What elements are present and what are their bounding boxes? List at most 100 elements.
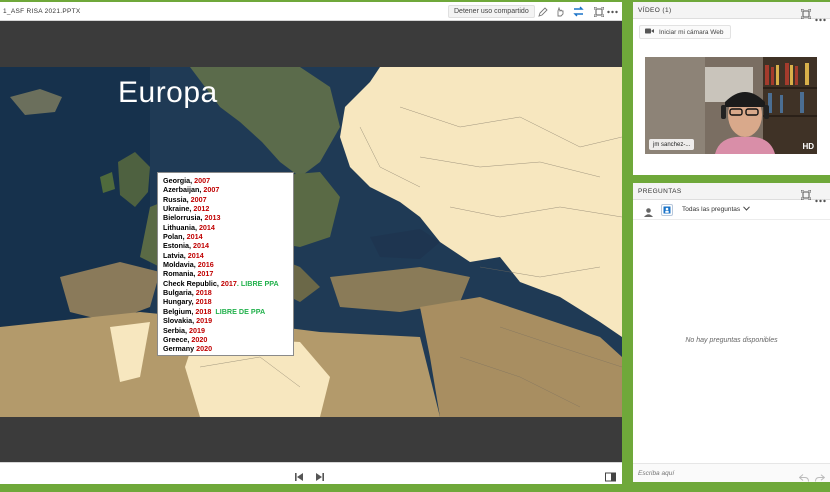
presentation-slide: Europa Georgia, 2007 Azerbaijan, 2007 Russ…	[0, 67, 622, 417]
country-list-item: Check Republic, 2017. LIBRE PPA	[163, 279, 288, 288]
question-input[interactable]	[638, 467, 788, 479]
send-icon[interactable]	[815, 469, 826, 487]
questions-toolbar: Todas las preguntas	[633, 200, 830, 220]
questions-pod-title: PREGUNTAS	[638, 187, 682, 195]
hand-pointer-icon[interactable]	[554, 6, 565, 17]
chevron-down-icon	[743, 206, 751, 213]
share-stage: Europa Georgia, 2007 Azerbaijan, 2007 Russ…	[0, 21, 622, 462]
reply-icon[interactable]	[798, 469, 809, 487]
layout-splitter	[622, 2, 633, 484]
country-name: Slovakia,	[163, 316, 197, 326]
question-filter-label: Todas las preguntas	[682, 206, 741, 213]
country-year: 2019	[196, 316, 213, 326]
slide-title: Europa	[118, 76, 218, 109]
question-input-bar	[633, 463, 830, 482]
country-list-box: Georgia, 2007 Azerbaijan, 2007 Russia, 200…	[157, 172, 294, 356]
country-name: Bulgaria,	[163, 288, 196, 298]
country-year: 2007	[194, 176, 211, 185]
country-list-item: Lithuania, 2014	[163, 223, 288, 232]
country-year: 2007	[190, 194, 207, 204]
country-name: Ukraine,	[163, 204, 194, 214]
swap-icon[interactable]	[573, 6, 584, 17]
country-list-item: Bulgaria, 2018	[163, 288, 288, 297]
country-name: Greece,	[163, 334, 192, 344]
country-name: Bielorrusia,	[163, 213, 205, 223]
country-list-item: Latvia, 2014	[163, 251, 288, 260]
europe-map-image	[0, 67, 622, 417]
country-list-item: Estonia, 2014	[163, 241, 288, 250]
country-note: LIBRE DE PPA	[211, 306, 266, 316]
country-list-item: Ukraine, 2012	[163, 204, 288, 213]
country-list-item: Polan, 2014	[163, 232, 288, 241]
country-name: Polan,	[163, 232, 187, 242]
presenter-view-icon[interactable]	[661, 204, 673, 216]
stop-sharing-button[interactable]: Detener uso compartido	[448, 5, 535, 18]
share-pod-header: 1_ASF RISA 2021.PPTX Detener uso compart…	[0, 2, 622, 21]
more-options-icon[interactable]	[607, 6, 618, 17]
country-year: 2014	[187, 250, 204, 260]
sidebar-toggle-icon[interactable]	[605, 469, 616, 482]
country-name: Russia,	[163, 194, 191, 204]
share-document-title: 1_ASF RISA 2021.PPTX	[3, 7, 81, 15]
country-name: Georgia,	[163, 176, 195, 185]
country-note: . LIBRE PPA	[236, 278, 279, 288]
country-year: 2012	[193, 204, 210, 214]
country-list-item: Azerbaijan, 2007	[163, 185, 288, 194]
fullscreen-icon[interactable]	[593, 6, 604, 17]
country-list-item: Slovakia, 2019	[163, 316, 288, 325]
country-year: 2020	[191, 334, 208, 344]
country-year: 2018	[195, 288, 212, 298]
start-webcam-button[interactable]: Iniciar mi cámara Web	[639, 25, 731, 39]
country-name: Germany	[163, 344, 197, 354]
country-list-item: Greece, 2020	[163, 335, 288, 344]
country-list-item: Hungary, 2018	[163, 297, 288, 306]
country-year: 2017	[197, 269, 214, 279]
country-name: Moldavia,	[163, 260, 198, 270]
country-year: 2007	[203, 185, 220, 195]
question-filter-dropdown[interactable]: Todas las preguntas	[682, 206, 751, 213]
share-pod-footer	[0, 462, 622, 484]
country-name: Estonia,	[163, 241, 193, 251]
country-year: 2017	[220, 278, 237, 288]
webcam-video-feed: jm sanchez-... HD	[645, 57, 817, 154]
country-list-item: Bielorrusia, 2013	[163, 213, 288, 222]
country-list-item: Moldavia, 2016	[163, 260, 288, 269]
country-name: Belgium,	[163, 306, 196, 316]
skip-next-icon[interactable]	[315, 469, 325, 481]
fullscreen-icon[interactable]	[800, 6, 812, 24]
country-name: Lithuania,	[163, 222, 199, 232]
country-year: 2014	[198, 222, 215, 232]
video-pod-header: VÍDEO (1)	[633, 2, 830, 22]
country-year: 2014	[186, 232, 203, 242]
country-list-item: Germany 2020	[163, 344, 288, 353]
country-list-item: Georgia, 2007	[163, 176, 288, 185]
user-icon[interactable]	[643, 205, 654, 217]
start-webcam-label: Iniciar mi cámara Web	[659, 28, 724, 36]
country-name: Serbia,	[163, 325, 189, 335]
hd-badge: HD	[802, 142, 814, 151]
camera-icon	[645, 28, 654, 36]
country-name: Azerbaijan,	[163, 185, 204, 195]
country-list-item: Serbia, 2019	[163, 326, 288, 335]
country-name: Romania,	[163, 269, 198, 279]
country-year: 2013	[204, 213, 221, 223]
video-pod-title: VÍDEO (1)	[638, 6, 672, 14]
pencil-icon[interactable]	[537, 6, 548, 17]
country-year: 2018	[195, 297, 212, 307]
country-name: Hungary,	[163, 297, 196, 307]
country-year: 2020	[196, 344, 213, 354]
country-year: 2019	[188, 325, 205, 335]
country-list-item: Belgium, 2018 LIBRE DE PPA	[163, 307, 288, 316]
participant-name-tag: jm sanchez-...	[649, 139, 695, 150]
video-pod: VÍDEO (1) Iniciar mi cámara Web jm sanch…	[633, 2, 830, 175]
share-pod: 1_ASF RISA 2021.PPTX Detener uso compart…	[0, 2, 622, 484]
country-name: Check Republic,	[163, 278, 221, 288]
country-list-item: Romania, 2017	[163, 269, 288, 278]
questions-pod: PREGUNTAS Todas las preguntas No hay pre…	[633, 183, 830, 482]
no-questions-message: No hay preguntas disponibles	[685, 337, 778, 344]
more-options-icon[interactable]	[815, 9, 826, 27]
country-list-item: Russia, 2007	[163, 195, 288, 204]
country-year: 2014	[192, 241, 209, 251]
country-year: 2016	[197, 260, 214, 270]
skip-previous-icon[interactable]	[294, 469, 304, 481]
